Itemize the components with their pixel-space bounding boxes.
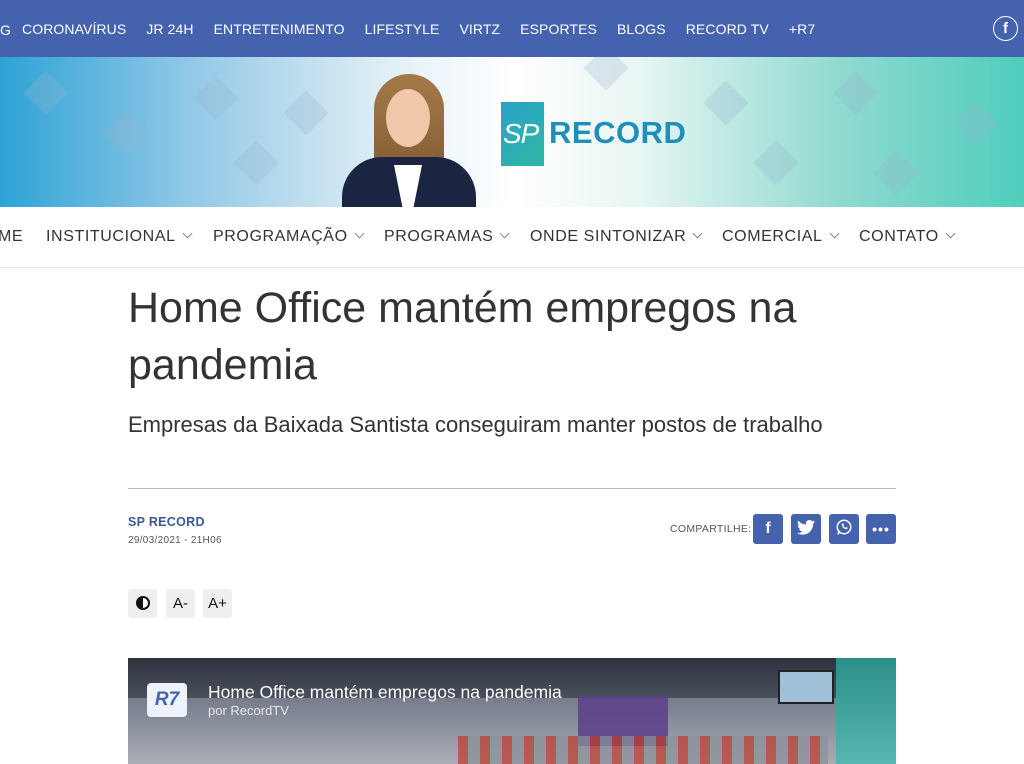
topnav-item-coronavirus[interactable]: CORONAVÍRUS — [22, 21, 126, 37]
banner-decoration — [193, 75, 239, 121]
article-source[interactable]: SP RECORD — [128, 515, 205, 529]
r7-top-nav: CORONAVÍRUS JR 24H ENTRETENIMENTO LIFEST… — [22, 0, 835, 57]
nav-item-contato[interactable]: CONTATO — [859, 228, 956, 246]
sp-logo-mark: SP — [501, 102, 544, 166]
video-byline: por RecordTV — [208, 703, 289, 718]
chevron-down-icon — [354, 228, 365, 239]
anchor-portrait — [338, 69, 478, 207]
topnav-item-esportes[interactable]: ESPORTES — [520, 21, 597, 37]
program-banner: SP RECORD — [0, 57, 1024, 207]
more-icon: ••• — [872, 521, 890, 537]
banner-decoration — [583, 57, 629, 91]
r7-logo[interactable]: R7 — [147, 683, 187, 717]
nav-item-comercial[interactable]: COMERCIAL — [722, 228, 839, 246]
banner-decoration — [753, 140, 799, 186]
share-facebook-button[interactable]: f — [753, 514, 783, 544]
chevron-down-icon — [692, 228, 703, 239]
video-player[interactable]: R7 Home Office mantém empregos na pandem… — [128, 658, 896, 764]
r7-top-bar: G CORONAVÍRUS JR 24H ENTRETENIMENTO LIFE… — [0, 0, 1024, 57]
banner-decoration — [703, 80, 749, 126]
topnav-item-entretenimento[interactable]: ENTRETENIMENTO — [214, 21, 345, 37]
nav-item-label: CONTATO — [859, 228, 939, 245]
nav-item-label: COMERCIAL — [722, 228, 823, 245]
banner-decoration — [873, 150, 919, 196]
topnav-item-lifestyle[interactable]: LIFESTYLE — [365, 21, 440, 37]
chevron-down-icon — [182, 228, 193, 239]
banner-decoration — [283, 90, 329, 136]
share-twitter-button[interactable] — [791, 514, 821, 544]
banner-decoration — [103, 110, 149, 156]
nav-item-label: PROGRAMAS — [384, 228, 494, 245]
nav-item-programas[interactable]: PROGRAMAS — [384, 228, 510, 246]
whatsapp-icon — [836, 519, 852, 535]
article-subtitle: Empresas da Baixada Santista conseguiram… — [128, 412, 823, 437]
share-whatsapp-button[interactable] — [829, 514, 859, 544]
banner-decoration — [833, 70, 879, 116]
contrast-icon — [135, 596, 150, 610]
twitter-icon — [797, 520, 815, 535]
video-title[interactable]: Home Office mantém empregos na pandemia — [208, 682, 562, 703]
share-label: COMPARTILHE: — [670, 523, 752, 535]
article-title: Home Office mantém empregos na pandemia — [128, 284, 797, 389]
nav-item-onde-sintonizar[interactable]: ONDE SINTONIZAR — [530, 228, 703, 246]
topnav-item-record-tv[interactable]: RECORD TV — [686, 21, 769, 37]
font-decrease-button[interactable]: A- — [166, 589, 195, 618]
nav-item-home[interactable]: ME — [0, 228, 23, 246]
chevron-down-icon — [499, 228, 510, 239]
article-date: 29/03/2021 - 21H06 — [128, 535, 222, 546]
nav-item-label: PROGRAMAÇÃO — [213, 228, 348, 245]
nav-item-institucional[interactable]: INSTITUCIONAL — [46, 228, 193, 246]
contrast-toggle-button[interactable] — [128, 589, 157, 618]
nav-item-programacao[interactable]: PROGRAMAÇÃO — [213, 228, 365, 246]
banner-decoration — [953, 100, 999, 146]
nav-item-label: ONDE SINTONIZAR — [530, 228, 687, 245]
banner-decoration — [23, 70, 69, 116]
topnav-item-virtz[interactable]: VIRTZ — [459, 21, 500, 37]
record-logo-text: RECORD — [549, 115, 687, 150]
banner-decoration — [233, 140, 279, 186]
divider — [128, 488, 896, 489]
site-nav: ME INSTITUCIONAL PROGRAMAÇÃO PROGRAMAS O… — [0, 207, 1024, 268]
facebook-icon: f — [765, 520, 771, 537]
topnav-item-blogs[interactable]: BLOGS — [617, 21, 666, 37]
facebook-icon[interactable]: f — [993, 16, 1018, 41]
nav-item-label: INSTITUCIONAL — [46, 228, 176, 245]
chevron-down-icon — [829, 228, 839, 239]
chevron-down-icon — [945, 228, 956, 239]
share-more-button[interactable]: ••• — [866, 514, 896, 544]
font-increase-button[interactable]: A+ — [203, 589, 232, 618]
topbar-edge-fragment: G — [0, 22, 11, 38]
topnav-item-r7-plus[interactable]: +R7 — [789, 21, 815, 37]
topnav-item-jr24h[interactable]: JR 24H — [146, 21, 193, 37]
